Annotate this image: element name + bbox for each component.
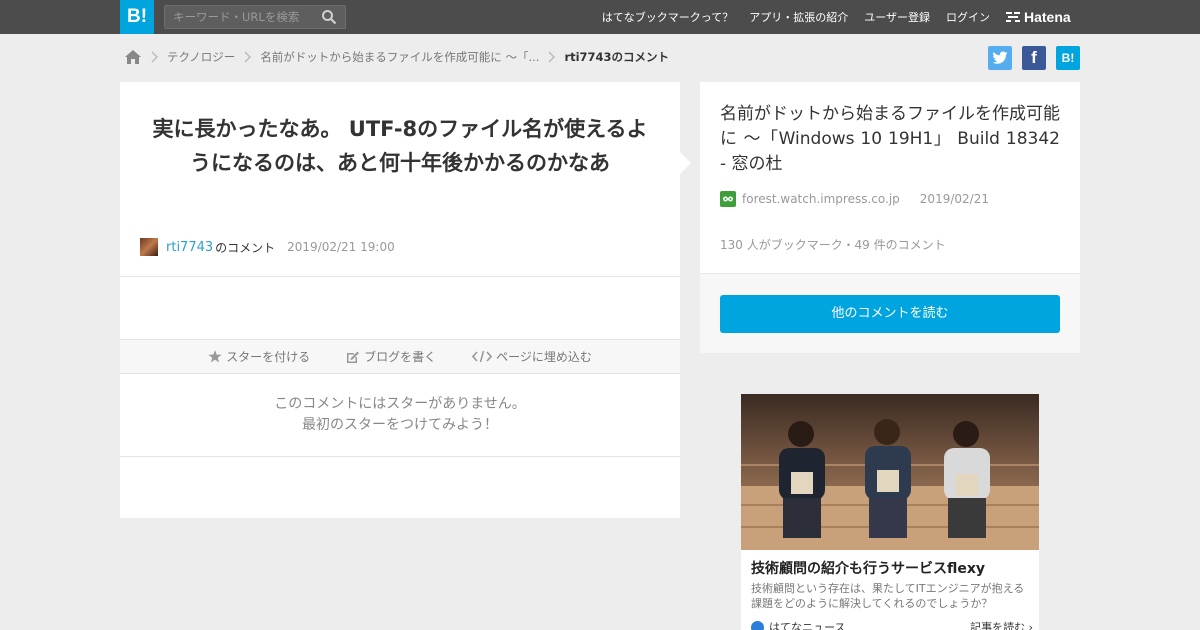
hatena-brand-link[interactable]: Hatena [1006,0,1071,34]
entry-stats: 130 人がブックマーク・49 件のコメント [720,238,946,252]
twitter-icon [992,51,1008,64]
breadcrumb-current: rti7743のコメント [564,50,670,64]
ad-title[interactable]: 技術顧問の紹介も行うサービスflexy [751,558,985,578]
entry-source: forest.watch.impress.co.jp 2019/02/21 [720,191,989,207]
write-blog-button[interactable]: ブログを書く [346,348,436,365]
comment-suffix: のコメント [215,240,276,255]
card-pointer [680,152,691,174]
home-icon[interactable] [124,49,142,65]
chevron-right-icon [244,51,252,63]
entry-footer: 他のコメントを読む [700,273,1080,353]
entry-domain-link[interactable]: forest.watch.impress.co.jp [742,192,900,206]
chevron-right-icon [151,51,158,63]
no-star-message: このコメントにはスターがありません。 最初のスターをつけてみよう！ [120,394,680,436]
comment-text: 実に長かったなあ。 UTF-8のファイル名が使えるようになるのは、あと何十年後か… [152,117,648,175]
site-favicon-icon [720,191,736,207]
comment-actions: スターを付ける ブログを書く ページに埋め込む [120,339,680,374]
add-star-button[interactable]: スターを付ける [208,348,310,365]
top-bar: B! はてなブックマークって？ アプリ・拡張の紹介 ユーザー登録 ログイン Ha… [0,0,1200,34]
read-other-comments-button[interactable]: 他のコメントを読む [720,295,1060,333]
search-box [164,5,346,29]
write-blog-label: ブログを書く [364,350,437,364]
hatena-bookmark-share-button[interactable]: B! [1056,46,1080,70]
facebook-icon: f [1031,48,1037,67]
no-star-prompt: 最初のスターをつけてみよう！ [302,417,498,433]
facebook-share-button[interactable]: f [1022,46,1046,70]
breadcrumb-category[interactable]: テクノロジー [167,49,235,65]
hatena-news-icon [751,620,764,630]
ad-card[interactable]: 技術顧問の紹介も行うサービスflexy 技術顧問という存在は、果たしてITエンジ… [741,394,1039,630]
nav-register-link[interactable]: ユーザー登録 [864,9,930,25]
comment-meta: rti7743 のコメント 2019/02/21 19:00 [140,238,395,256]
twitter-share-button[interactable] [988,46,1012,70]
ad-read-more-link[interactable]: 記事を読む › [970,619,1033,630]
search-input[interactable] [165,6,315,28]
divider [120,456,680,457]
ad-source: はてなニュース [751,619,845,630]
breadcrumb-entry[interactable]: 名前がドットから始まるファイルを作成可能に ～「... [260,49,539,65]
edit-icon [347,351,360,363]
search-icon[interactable] [321,9,337,25]
top-nav: はてなブックマークって？ アプリ・拡張の紹介 ユーザー登録 ログイン [586,0,990,34]
entry-title-link[interactable]: 名前がドットから始まるファイルを作成可能に ～「Windows 10 19H1」… [720,102,1060,177]
comment-date[interactable]: 2019/02/21 19:00 [287,240,395,254]
entry-card: 名前がドットから始まるファイルを作成可能に ～「Windows 10 19H1」… [700,82,1080,353]
embed-label: ページに埋め込む [496,350,592,364]
hatena-logo-icon [1006,12,1020,22]
add-star-label: スターを付ける [226,350,311,364]
comment-user-link[interactable]: rti7743 [166,240,213,255]
breadcrumb: テクノロジー 名前がドットから始まるファイルを作成可能に ～「... rti77… [124,46,669,68]
code-icon [472,350,493,363]
hatena-bookmark-icon: B! [1061,51,1075,65]
comment-card: 実に長かったなあ。 UTF-8のファイル名が使えるようになるのは、あと何十年後か… [120,82,680,518]
chevron-right-icon [548,51,556,63]
divider [120,276,680,277]
ad-description: 技術顧問という存在は、果たしてITエンジニアが抱える課題をどのように解決してくれ… [751,582,1025,610]
ad-image[interactable] [741,394,1039,550]
avatar[interactable] [140,238,158,256]
star-icon [208,350,222,363]
nav-about-link[interactable]: はてなブックマークって？ [602,9,733,25]
hatena-bookmark-logo[interactable]: B! [120,0,154,34]
nav-login-link[interactable]: ログイン [946,9,990,25]
no-star-line: このコメントにはスターがありません。 [274,396,526,412]
hatena-brand-text: Hatena [1024,9,1071,25]
ad-source-label: はてなニュース [769,621,846,630]
entry-date: 2019/02/21 [919,192,989,206]
ad-footer: はてなニュース 記事を読む › [751,619,1033,630]
embed-button[interactable]: ページに埋め込む [472,348,592,365]
nav-apps-link[interactable]: アプリ・拡張の紹介 [749,9,848,25]
